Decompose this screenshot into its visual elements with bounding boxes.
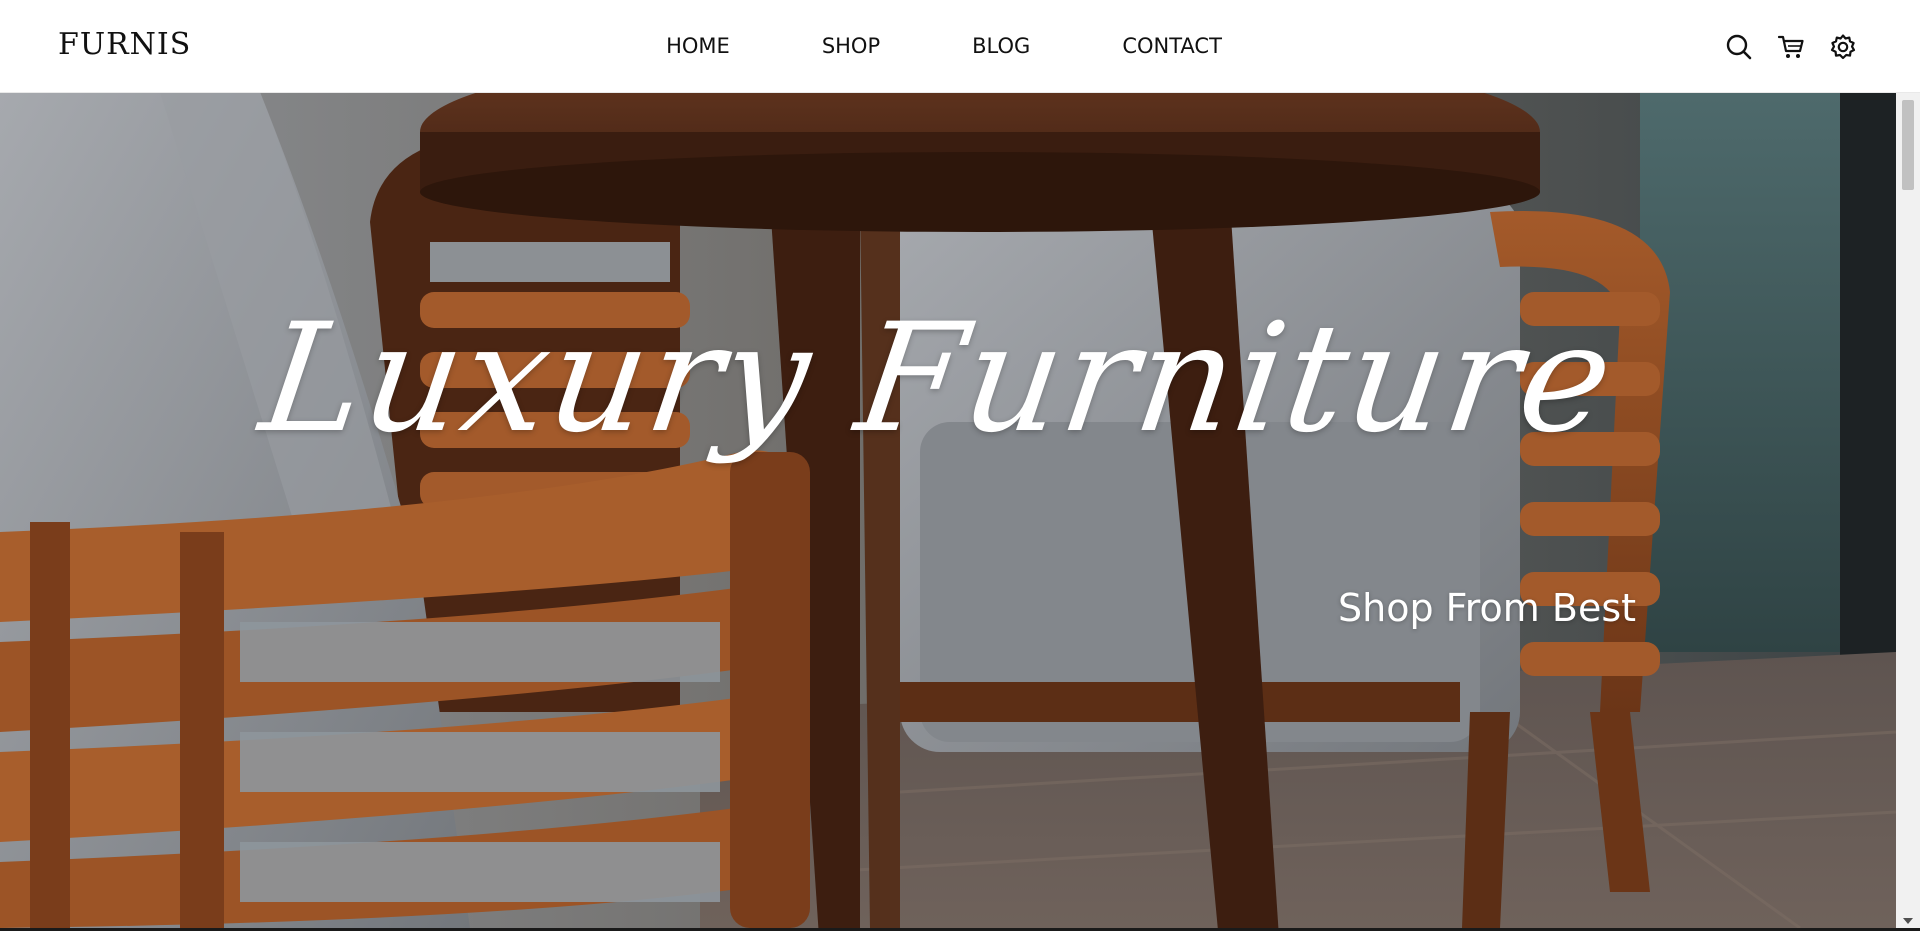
nav-link-blog[interactable]: BLOG [972,34,1030,58]
hero-background-image [0,92,1896,928]
nav-link-home[interactable]: HOME [666,34,730,58]
scroll-down-arrow-icon[interactable] [1903,918,1913,924]
nav-link-shop[interactable]: SHOP [822,34,880,58]
cart-icon[interactable] [1776,32,1806,62]
hero-title: Luxury Furniture [251,292,1625,466]
nav-icon-group [1724,32,1858,62]
main-nav: HOME SHOP BLOG CONTACT [0,34,1904,58]
page: FURNIS HOME SHOP BLOG CONTACT Luxury Fur… [0,0,1920,931]
hero-section: Luxury Furniture Shop From Best [0,92,1896,928]
settings-icon[interactable] [1828,32,1858,62]
search-icon[interactable] [1724,32,1754,62]
top-navbar: FURNIS HOME SHOP BLOG CONTACT [0,0,1920,93]
hero-subtitle: Shop From Best [1338,586,1637,630]
scrollbar-thumb[interactable] [1902,100,1914,190]
page-scrollbar[interactable] [1896,92,1920,928]
nav-link-contact[interactable]: CONTACT [1122,34,1222,58]
